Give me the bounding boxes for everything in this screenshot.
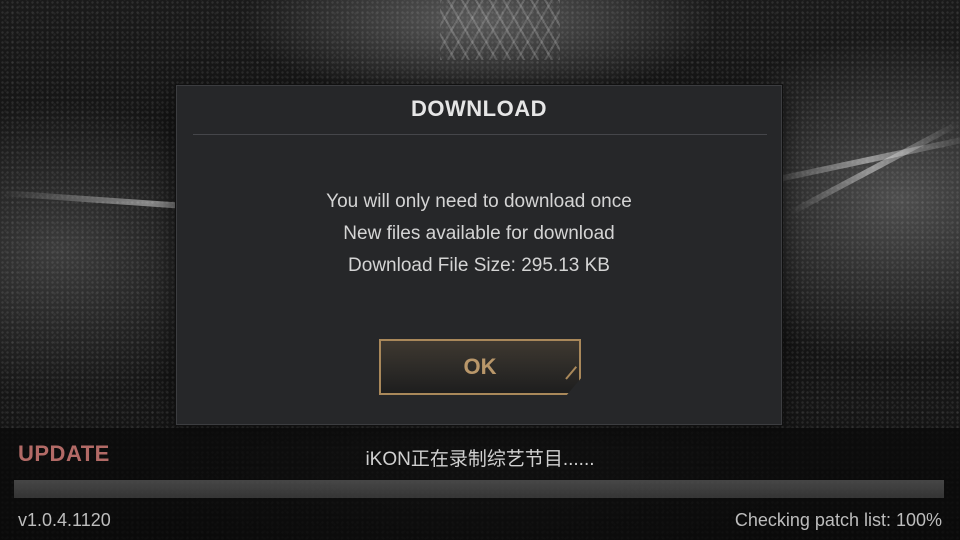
dialog-line-file-size: Download File Size: 295.13 KB — [348, 255, 610, 276]
dialog-message: You will only need to download once New … — [177, 186, 781, 282]
dialog-line-download-once: You will only need to download once — [326, 191, 632, 212]
download-progress-bar — [14, 480, 944, 498]
game-screen: DOWNLOAD You will only need to download … — [0, 0, 960, 540]
dialog-divider — [193, 134, 767, 135]
dialog-title: DOWNLOAD — [411, 96, 547, 121]
stage-lighting-rig — [440, 0, 560, 60]
download-progress-fill — [14, 480, 944, 498]
version-label: v1.0.4.1120 — [18, 510, 111, 530]
patch-status-label: Checking patch list: 100% — [734, 510, 942, 530]
dialog-line-new-files: New files available for download — [343, 223, 615, 244]
ok-button[interactable]: OK — [379, 339, 581, 395]
loading-status-message: iKON正在录制综艺节目...... — [365, 449, 595, 470]
update-label: UPDATE — [18, 441, 110, 466]
download-dialog: DOWNLOAD You will only need to download … — [176, 85, 782, 425]
